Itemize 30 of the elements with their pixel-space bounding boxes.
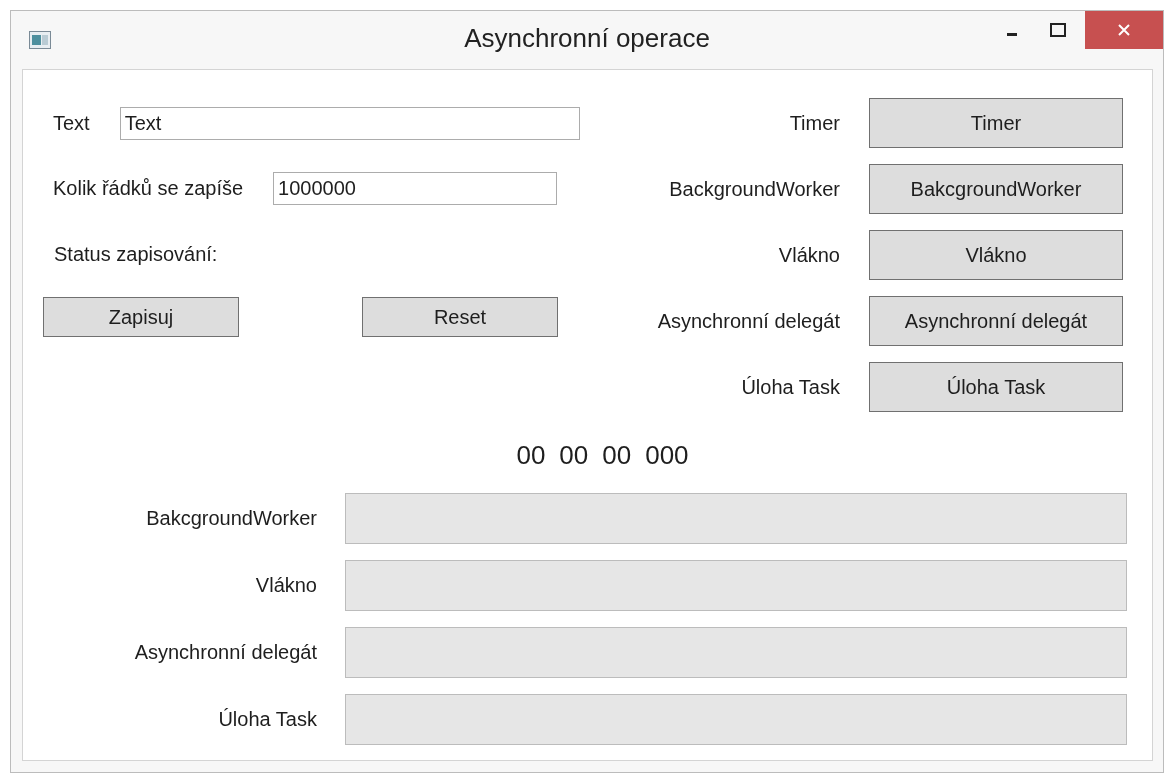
maximize-icon (1050, 23, 1066, 37)
progress-label: BakcgroundWorker (145, 507, 317, 530)
close-icon (1117, 23, 1131, 37)
text-field[interactable]: Text (119, 107, 580, 140)
method-button[interactable]: Úloha Task (869, 362, 1123, 412)
progress-label: Asynchronní delegát (133, 641, 317, 664)
timer-digits: 00 (602, 440, 632, 471)
action-button[interactable]: Zapisuj (43, 297, 239, 337)
method-button[interactable]: Timer (869, 98, 1123, 148)
progress-label: Vlákno (254, 574, 317, 597)
method-button[interactable]: BakcgroundWorker (869, 164, 1123, 214)
timer-digits: 000 (645, 440, 689, 471)
method-button[interactable]: Asynchronní delegát (869, 296, 1123, 346)
progress-label: Úloha Task (217, 708, 317, 731)
method-label: BackgroundWorker (669, 177, 840, 201)
field-label: Kolik řádků se zapíše (53, 177, 244, 200)
method-button[interactable]: Vlákno (869, 230, 1123, 280)
count-field[interactable]: 1000000 (273, 172, 558, 205)
method-label: Vlákno (778, 243, 840, 267)
minimize-icon (1007, 32, 1017, 36)
timer-digits: 00 (559, 440, 589, 471)
method-label: Asynchronní delegát (657, 309, 840, 333)
status-label: Status zapisování: (54, 243, 219, 266)
field-label: Text (53, 112, 90, 135)
method-label: Timer (789, 111, 840, 135)
app-icon (29, 31, 51, 49)
method-label: Úloha Task (741, 375, 840, 399)
window-title: Asynchronní operace (464, 23, 710, 54)
action-button[interactable]: Reset (362, 297, 558, 337)
timer-digits: 00 (516, 440, 546, 471)
